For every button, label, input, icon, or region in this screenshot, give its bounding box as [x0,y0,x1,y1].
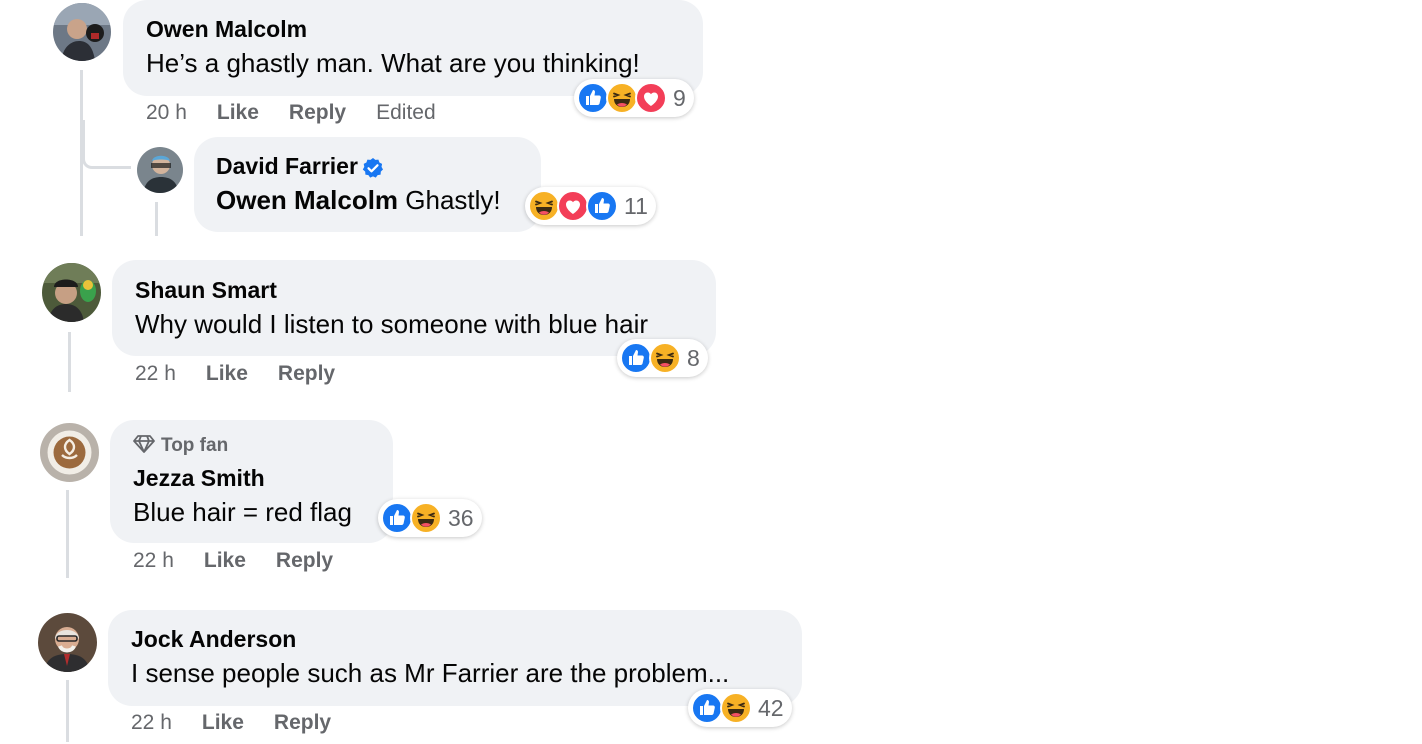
timestamp[interactable]: 22 h [131,711,172,734]
like-button[interactable]: Like [217,101,259,124]
avatar[interactable] [42,263,101,322]
haha-reaction-icon [720,692,752,724]
like-reaction-icon [691,692,723,724]
avatar[interactable] [38,613,97,672]
reply-button[interactable]: Reply [276,549,333,572]
comment-author[interactable]: David Farrier [216,153,384,180]
comment-actions: 22 h Like Reply [133,549,363,573]
comment-actions: 22 h Like Reply [131,711,361,735]
reaction-count: 9 [673,84,686,111]
verified-badge-icon [362,157,383,178]
reaction-summary[interactable]: 8 [617,339,708,377]
haha-reaction-icon [649,342,681,374]
reaction-summary[interactable]: 42 [688,689,792,727]
comment-actions: 22 h Like Reply [135,362,365,386]
haha-reaction-icon [606,82,638,114]
comment-author[interactable]: Jock Anderson [131,626,296,653]
reaction-summary[interactable]: 9 [574,79,694,117]
like-button[interactable]: Like [202,711,244,734]
comment-author[interactable]: Jezza Smith [133,465,265,492]
comment-body: Ghastly! [405,185,501,215]
love-reaction-icon [635,82,667,114]
reaction-count: 36 [448,504,474,531]
reaction-count: 8 [687,344,700,371]
mention-link[interactable]: Owen Malcolm [216,185,398,215]
reaction-count: 11 [624,192,648,219]
timestamp[interactable]: 20 h [146,101,187,124]
reaction-summary[interactable]: 36 [378,499,482,537]
edited-label: Edited [376,101,436,124]
comment-text: Owen Malcolm Ghastly! [216,185,501,216]
like-reaction-icon [586,190,618,222]
author-name[interactable]: David Farrier [216,153,358,179]
reaction-count: 42 [758,694,784,721]
reply-connector [82,120,131,169]
avatar[interactable] [53,3,111,61]
timestamp[interactable]: 22 h [135,362,176,385]
comment-text: I sense people such as Mr Farrier are th… [131,658,730,688]
thread-line [66,680,69,742]
top-fan-badge: Top fan [133,434,228,457]
reply-button[interactable]: Reply [289,101,346,124]
thread-line [68,332,71,392]
comment-author[interactable]: Owen Malcolm [146,16,307,43]
comment-text: Blue hair = red flag [133,497,352,527]
like-reaction-icon [577,82,609,114]
like-button[interactable]: Like [206,362,248,385]
avatar[interactable] [137,147,183,193]
comment-text: Why would I listen to someone with blue … [135,309,649,339]
haha-reaction-icon [410,502,442,534]
like-reaction-icon [381,502,413,534]
reply-button[interactable]: Reply [274,711,331,734]
thread-line [66,490,69,578]
thread-line [155,202,158,236]
timestamp[interactable]: 22 h [133,549,174,572]
avatar[interactable] [40,423,99,482]
haha-reaction-icon [528,190,560,222]
love-reaction-icon [557,190,589,222]
comment-author[interactable]: Shaun Smart [135,277,277,304]
comment-actions: 20 h Like Reply Edited [146,101,436,125]
comment-text: He’s a ghastly man. What are you thinkin… [146,48,640,78]
reaction-summary[interactable]: 11 [525,187,656,225]
reply-button[interactable]: Reply [278,362,335,385]
like-reaction-icon [620,342,652,374]
like-button[interactable]: Like [204,549,246,572]
diamond-icon [133,435,155,453]
top-fan-label: Top fan [161,435,229,456]
